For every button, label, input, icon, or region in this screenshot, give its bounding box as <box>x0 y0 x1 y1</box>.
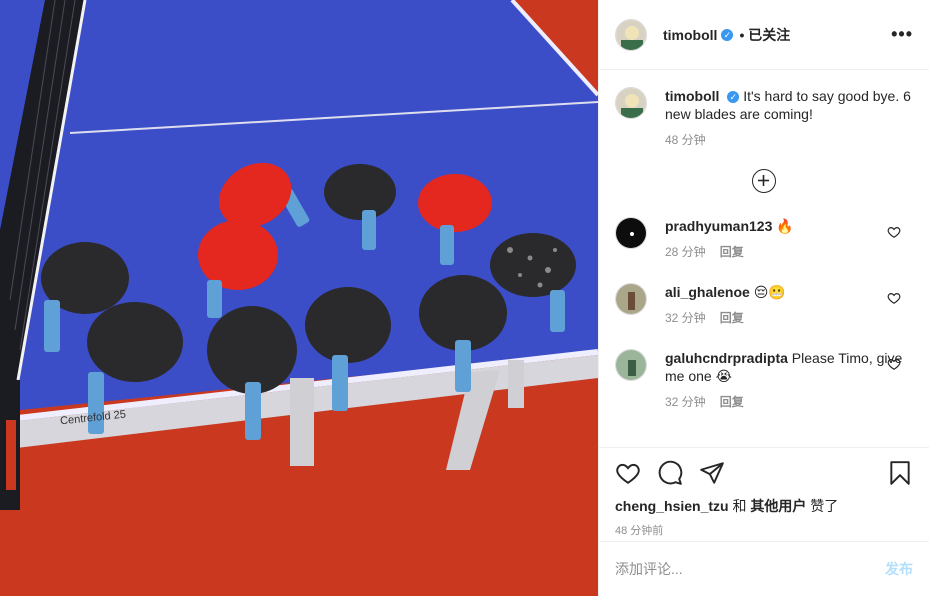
comment-body: galuhcndrpradipta Please Timo, give me o… <box>665 349 913 411</box>
comment-time[interactable]: 32 分钟 <box>665 395 706 409</box>
reply-button[interactable]: 回复 <box>720 395 744 409</box>
plus-circle-icon[interactable] <box>752 169 776 193</box>
post-comment-button[interactable]: 发布 <box>885 559 913 579</box>
author-avatar[interactable] <box>615 87 647 119</box>
likes-liked: 赞了 <box>810 498 839 514</box>
commenter-avatar[interactable] <box>615 349 647 381</box>
caption-row: timoboll ✓ It's hard to say good bye. 6 … <box>615 87 913 149</box>
liker-username[interactable]: cheng_hsien_tzu <box>615 498 729 514</box>
add-comment-bar: 添加评论... 发布 <box>599 541 929 596</box>
likes-and: 和 <box>732 498 747 514</box>
likes-summary: cheng_hsien_tzu 和 其他用户 赞了 <box>615 496 913 516</box>
heart-icon[interactable] <box>615 460 641 486</box>
post-actions: cheng_hsien_tzu 和 其他用户 赞了 48 分钟前 <box>599 447 929 541</box>
verified-icon: ✓ <box>721 28 734 41</box>
comment-username[interactable]: pradhyuman123 <box>665 218 772 234</box>
reply-button[interactable]: 回复 <box>720 311 744 325</box>
heart-icon[interactable] <box>887 357 901 371</box>
reply-button[interactable]: 回复 <box>720 245 744 259</box>
comment-time[interactable]: 32 分钟 <box>665 311 706 325</box>
comment-username[interactable]: galuhcndrpradipta <box>665 350 788 366</box>
comment-text: 🔥 <box>776 218 794 234</box>
table-tennis-photo <box>0 0 598 596</box>
bookmark-icon[interactable] <box>887 460 913 486</box>
action-icons <box>615 460 913 486</box>
comment-text: 😔😬 <box>753 284 786 300</box>
post-header: timoboll ✓ • 已关注 ••• <box>599 0 929 70</box>
post-photo[interactable]: Centrefold 25 <box>0 0 598 596</box>
comment-body: ali_ghalenoe 😔😬 32 分钟 回复 <box>665 283 913 327</box>
heart-icon[interactable] <box>887 225 901 239</box>
post-time[interactable]: 48 分钟前 <box>615 522 913 538</box>
follow-state-label: 已关注 <box>748 26 791 43</box>
follow-status[interactable]: • 已关注 <box>739 25 790 45</box>
likes-others[interactable]: 其他用户 <box>750 498 806 514</box>
load-more-comments[interactable] <box>615 169 913 193</box>
post-side-panel: timoboll ✓ • 已关注 ••• timoboll ✓ It's har… <box>598 0 929 596</box>
comment-icon[interactable] <box>657 460 683 486</box>
comment-row: pradhyuman123 🔥 28 分钟 回复 <box>615 217 913 261</box>
commenter-avatar[interactable] <box>615 283 647 315</box>
share-icon[interactable] <box>699 460 725 486</box>
post-dialog: Centrefold 25 timoboll ✓ • 已关注 ••• timob… <box>0 0 929 596</box>
verified-icon: ✓ <box>727 91 740 103</box>
author-avatar[interactable] <box>615 18 647 51</box>
caption-body: timoboll ✓ It's hard to say good bye. 6 … <box>665 87 913 149</box>
more-icon[interactable]: ••• <box>891 24 913 45</box>
comment-input[interactable]: 添加评论... <box>615 559 885 579</box>
heart-icon[interactable] <box>887 291 901 305</box>
comment-username[interactable]: ali_ghalenoe <box>665 284 750 300</box>
comment-row: ali_ghalenoe 😔😬 32 分钟 回复 <box>615 283 913 327</box>
commenter-avatar[interactable] <box>615 217 647 249</box>
caption-time[interactable]: 48 分钟 <box>665 133 706 147</box>
caption-username[interactable]: timoboll <box>665 88 719 104</box>
comment-body: pradhyuman123 🔥 28 分钟 回复 <box>665 217 913 261</box>
comments-list: timoboll ✓ It's hard to say good bye. 6 … <box>599 71 929 447</box>
author-username[interactable]: timoboll <box>663 27 717 43</box>
comment-time[interactable]: 28 分钟 <box>665 245 706 259</box>
comment-row: galuhcndrpradipta Please Timo, give me o… <box>615 349 913 411</box>
